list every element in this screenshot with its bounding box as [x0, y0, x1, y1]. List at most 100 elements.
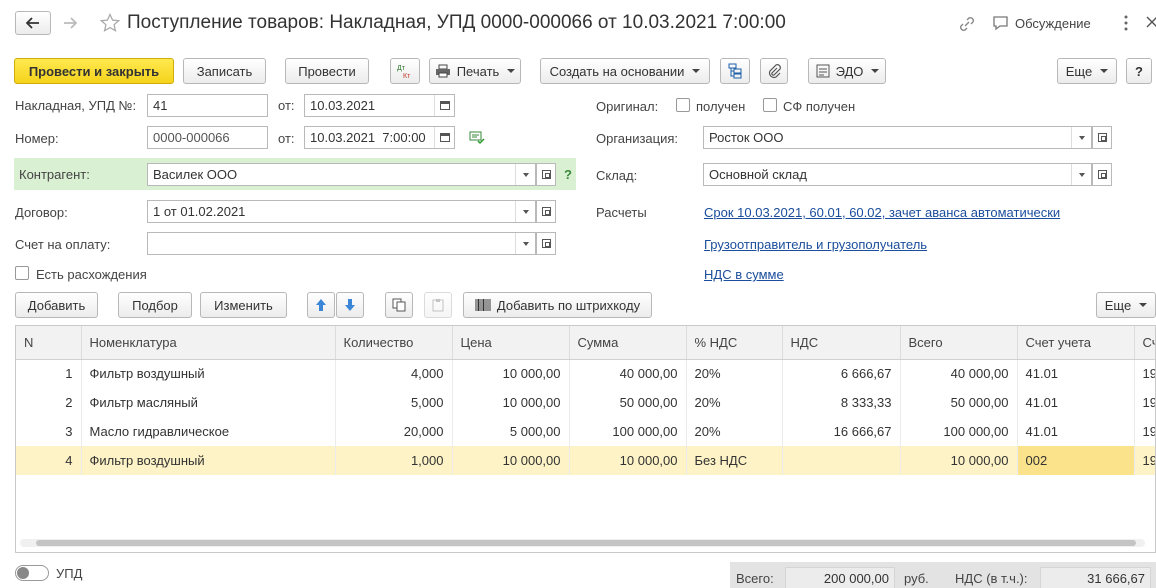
cell-account-current[interactable]: 002 [1017, 446, 1135, 475]
cell-vat[interactable]: 8 333,33 [782, 388, 901, 417]
discussion-button[interactable]: Обсуждение [992, 15, 1091, 31]
cell-vat-account[interactable]: 19 [1134, 446, 1155, 475]
cell-vat[interactable] [782, 446, 901, 475]
cell-nomenclature[interactable]: Фильтр воздушный [81, 446, 336, 475]
invoice-number-field[interactable]: 41 [147, 94, 268, 117]
cell-price[interactable]: 10 000,00 [452, 388, 570, 417]
paste-button[interactable] [424, 292, 452, 318]
received-checkbox[interactable] [676, 98, 690, 112]
table-row[interactable]: 3 Масло гидравлическое 20,000 5 000,00 1… [16, 417, 1155, 446]
scrollbar-thumb[interactable] [36, 540, 1136, 546]
cell-amount[interactable]: 100 000,00 [569, 417, 687, 446]
cell-quantity[interactable]: 4,000 [335, 359, 453, 388]
print-button[interactable]: Печать [429, 58, 521, 84]
column-header[interactable]: Количество [335, 326, 453, 360]
chevron-down-icon[interactable] [1071, 127, 1091, 148]
cell-n[interactable]: 4 [16, 446, 82, 475]
add-row-button[interactable]: Добавить [15, 292, 98, 318]
cell-total[interactable]: 100 000,00 [900, 417, 1018, 446]
cell-account[interactable]: 41.01 [1017, 417, 1135, 446]
table-more-button[interactable]: Еще [1096, 292, 1156, 318]
table-row[interactable]: 1 Фильтр воздушный 4,000 10 000,00 40 00… [16, 359, 1155, 388]
close-icon[interactable] [1146, 16, 1156, 31]
column-header[interactable]: НДС [782, 326, 901, 360]
column-header[interactable]: Номенклатура [81, 326, 336, 360]
column-header[interactable]: % НДС [686, 326, 783, 360]
open-payment-invoice-button[interactable] [536, 232, 556, 255]
cell-nomenclature[interactable]: Фильтр воздушный [81, 359, 336, 388]
cell-vat-rate[interactable]: 20% [686, 359, 783, 388]
counterparty-help-icon[interactable]: ? [564, 167, 572, 182]
copy-button[interactable] [385, 292, 413, 318]
cell-vat[interactable]: 16 666,67 [782, 417, 901, 446]
more-button[interactable]: Еще [1057, 58, 1117, 84]
calendar-icon[interactable] [434, 95, 454, 116]
cell-vat-rate[interactable]: Без НДС [686, 446, 783, 475]
column-header[interactable]: Всего [900, 326, 1018, 360]
move-down-button[interactable] [336, 292, 364, 318]
warehouse-field[interactable]: Основной склад [703, 163, 1092, 186]
cell-n[interactable]: 3 [16, 417, 82, 446]
shipper-consignee-link[interactable]: Грузоотправитель и грузополучатель [704, 237, 927, 252]
favorite-star-icon[interactable] [99, 12, 121, 36]
cell-vat-account[interactable]: 19 [1134, 359, 1155, 388]
payment-invoice-field[interactable] [147, 232, 536, 255]
open-counterparty-button[interactable] [536, 163, 556, 186]
add-by-barcode-button[interactable]: Добавить по штрихкоду [463, 292, 652, 318]
cell-quantity[interactable]: 20,000 [335, 417, 453, 446]
cell-vat[interactable]: 6 666,67 [782, 359, 901, 388]
attach-button[interactable] [760, 58, 788, 84]
calendar-icon[interactable] [434, 127, 454, 148]
save-button[interactable]: Записать [183, 58, 266, 84]
contract-field[interactable]: 1 от 01.02.2021 [147, 200, 536, 223]
comment-check-icon[interactable] [469, 131, 485, 148]
open-contract-button[interactable] [536, 200, 556, 223]
cell-vat-account[interactable]: 19 [1134, 417, 1155, 446]
cell-amount[interactable]: 40 000,00 [569, 359, 687, 388]
chevron-down-icon[interactable] [1071, 164, 1091, 185]
horizontal-scrollbar[interactable] [20, 539, 1145, 547]
vat-in-amount-link[interactable]: НДС в сумме [704, 267, 784, 282]
cell-vat-account[interactable]: 19 [1134, 388, 1155, 417]
cell-vat-rate[interactable]: 20% [686, 388, 783, 417]
cell-amount[interactable]: 10 000,00 [569, 446, 687, 475]
column-header[interactable]: Цена [452, 326, 570, 360]
cell-quantity[interactable]: 5,000 [335, 388, 453, 417]
select-button[interactable]: Подбор [118, 292, 192, 318]
move-up-button[interactable] [307, 292, 335, 318]
cell-n[interactable]: 1 [16, 359, 82, 388]
cell-price[interactable]: 10 000,00 [452, 446, 570, 475]
invoice-date-field[interactable]: 10.03.2021 [304, 94, 455, 117]
dtkt-button[interactable]: Дт Кт [390, 58, 420, 84]
help-button[interactable]: ? [1126, 58, 1152, 84]
chevron-down-icon[interactable] [515, 201, 535, 222]
cell-price[interactable]: 10 000,00 [452, 359, 570, 388]
table-row-selected[interactable]: 4 Фильтр воздушный 1,000 10 000,00 10 00… [16, 446, 1155, 475]
settlements-link[interactable]: Срок 10.03.2021, 60.01, 60.02, зачет ава… [704, 205, 1060, 220]
cell-account[interactable]: 41.01 [1017, 388, 1135, 417]
cell-total[interactable]: 40 000,00 [900, 359, 1018, 388]
sf-received-checkbox[interactable] [763, 98, 777, 112]
cell-price[interactable]: 5 000,00 [452, 417, 570, 446]
open-warehouse-button[interactable] [1092, 163, 1112, 186]
create-based-button[interactable]: Создать на основании [540, 58, 710, 84]
structure-button[interactable] [720, 58, 750, 84]
cell-quantity[interactable]: 1,000 [335, 446, 453, 475]
table-row[interactable]: 2 Фильтр масляный 5,000 10 000,00 50 000… [16, 388, 1155, 417]
doc-date-field[interactable]: 10.03.2021 7:00:00 [304, 126, 455, 149]
upd-toggle[interactable] [15, 565, 49, 581]
cell-n[interactable]: 2 [16, 388, 82, 417]
chevron-down-icon[interactable] [515, 233, 535, 254]
cell-amount[interactable]: 50 000,00 [569, 388, 687, 417]
column-header[interactable]: N [16, 326, 82, 360]
post-button[interactable]: Провести [285, 58, 369, 84]
edo-button[interactable]: ЭДО [808, 58, 886, 84]
organization-field[interactable]: Росток ООО [703, 126, 1092, 149]
column-header[interactable]: Счет учета [1017, 326, 1135, 360]
forward-button[interactable] [54, 11, 86, 35]
chevron-down-icon[interactable] [515, 164, 535, 185]
more-vertical-icon[interactable] [1124, 15, 1128, 34]
cell-nomenclature[interactable]: Фильтр масляный [81, 388, 336, 417]
post-and-close-button[interactable]: Провести и закрыть [14, 58, 174, 84]
link-icon[interactable] [958, 15, 976, 36]
